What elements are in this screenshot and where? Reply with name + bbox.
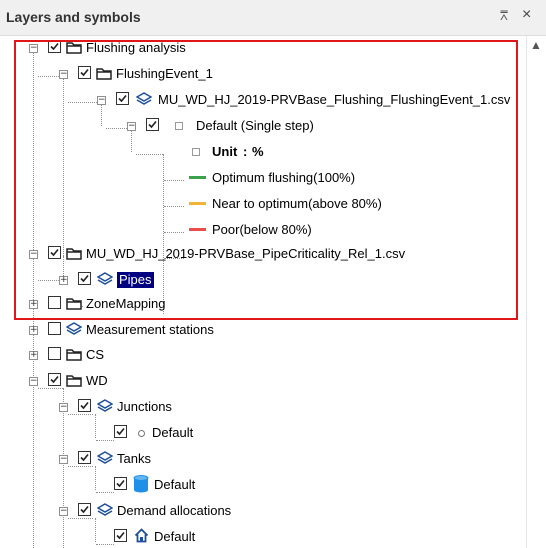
tree-connector (33, 306, 34, 548)
node-label: WD (86, 373, 108, 388)
tree-connector (96, 492, 114, 493)
visibility-checkbox[interactable] (114, 425, 127, 438)
node-label: CS (86, 347, 105, 362)
visibility-checkbox[interactable] (48, 347, 61, 360)
node-label: Measurement stations (86, 322, 214, 337)
tree-connector (96, 440, 114, 441)
tree-connector (68, 518, 93, 519)
tree-connector (68, 414, 93, 415)
folder-icon (66, 348, 82, 364)
layers-icon (65, 322, 83, 339)
tank-icon (133, 475, 149, 496)
close-icon[interactable]: × (522, 6, 531, 24)
visibility-checkbox[interactable] (78, 451, 91, 464)
layers-icon (96, 399, 114, 416)
collapse-toggle[interactable]: − (29, 377, 38, 386)
tree-connector (38, 388, 63, 389)
folder-icon (66, 374, 82, 390)
node-label: Tanks (117, 451, 151, 466)
visibility-checkbox[interactable] (48, 373, 61, 386)
junction-dot-icon (138, 430, 145, 437)
collapse-toggle[interactable]: − (59, 403, 68, 412)
visibility-checkbox[interactable] (78, 399, 91, 412)
node-label: Default (152, 425, 194, 440)
house-icon (134, 528, 149, 546)
visibility-checkbox[interactable] (48, 322, 61, 335)
tree-connector (95, 466, 96, 490)
layers-icon (96, 503, 114, 520)
node-label: Demand allocations (117, 503, 232, 518)
tree-connector (95, 414, 96, 438)
visibility-checkbox[interactable] (114, 529, 127, 542)
node-label: Junctions (117, 399, 172, 414)
highlight-box (14, 40, 518, 320)
pin-icon[interactable]: ⩞ (500, 8, 508, 24)
panel-title: Layers and symbols (6, 9, 141, 25)
collapse-toggle[interactable]: − (59, 507, 68, 516)
scroll-up-arrow-icon[interactable]: ▲ (530, 38, 542, 52)
collapse-toggle[interactable]: − (59, 455, 68, 464)
expand-toggle[interactable]: + (29, 326, 38, 335)
visibility-checkbox[interactable] (78, 503, 91, 516)
vertical-scrollbar[interactable] (526, 36, 546, 548)
tree-connector (63, 388, 64, 548)
visibility-checkbox[interactable] (114, 477, 127, 490)
panel-titlebar: Layers and symbols ⩞ × (0, 0, 546, 36)
expand-toggle[interactable]: + (29, 351, 38, 360)
tree-connector (95, 518, 96, 542)
node-label: Default (154, 477, 196, 492)
layers-icon (96, 451, 114, 468)
tree-connector (68, 466, 93, 467)
tree-connector (96, 544, 114, 545)
node-label: Default (154, 529, 196, 544)
